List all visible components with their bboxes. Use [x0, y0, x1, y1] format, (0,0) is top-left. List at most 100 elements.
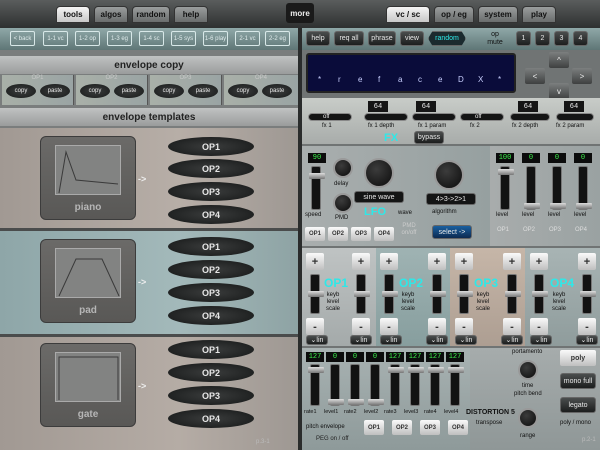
fx2-param-slider[interactable]: [556, 113, 594, 121]
op4-right-minus-button[interactable]: -: [578, 318, 596, 335]
legato-button[interactable]: legato: [560, 397, 596, 413]
peg-op1-button[interactable]: OP1: [364, 420, 384, 435]
algorithm-select-button[interactable]: select ->: [432, 225, 472, 239]
lfo-wave-knob[interactable]: [364, 158, 394, 188]
pmd-op4-button[interactable]: OP4: [374, 227, 394, 241]
peg-op3-button[interactable]: OP3: [420, 420, 440, 435]
mute-op3-button[interactable]: 3: [554, 31, 569, 46]
apply-op1-button[interactable]: OP1: [168, 340, 254, 359]
op2-left-scale-fader[interactable]: [382, 274, 398, 314]
op2-right-curve-selector[interactable]: ⌄ lin: [426, 335, 448, 345]
mute-op2-button[interactable]: 2: [535, 31, 550, 46]
op4-left-scale-fader[interactable]: [532, 274, 548, 314]
lfo-pmd-knob[interactable]: [333, 193, 353, 213]
op3-left-minus-button[interactable]: -: [455, 318, 473, 335]
apply-op4-button[interactable]: OP4: [168, 409, 254, 428]
apply-op1-button[interactable]: OP1: [168, 137, 254, 156]
lfo-delay-knob[interactable]: [333, 158, 353, 178]
page-button-1-1[interactable]: 1-1 vc: [43, 31, 68, 46]
paste-button[interactable]: paste: [188, 84, 218, 98]
peg-level2-fader[interactable]: [368, 364, 384, 406]
fx1-depth-slider[interactable]: [364, 113, 408, 121]
page-button-1-5[interactable]: 1-5 sys: [171, 31, 196, 46]
fx2-selector[interactable]: off: [460, 113, 504, 121]
apply-op4-button[interactable]: OP4: [168, 205, 254, 224]
op4-left-minus-button[interactable]: -: [530, 318, 548, 335]
op2-right-scale-fader[interactable]: [430, 274, 446, 314]
op3-left-curve-selector[interactable]: ⌄ lin: [455, 335, 477, 345]
fx-bypass-button[interactable]: bypass: [414, 131, 444, 144]
page-button-1-2[interactable]: 1-2 op: [75, 31, 100, 46]
voice-name-display[interactable]: * r e f a c e D X *: [306, 53, 516, 93]
more-button[interactable]: more: [286, 3, 314, 23]
peg-op2-button[interactable]: OP2: [392, 420, 412, 435]
peg-op4-button[interactable]: OP4: [448, 420, 468, 435]
level-op3-fader[interactable]: [550, 166, 566, 210]
page-button-1-3[interactable]: 1-3 eg: [107, 31, 132, 46]
op1-right-curve-selector[interactable]: ⌄ lin: [350, 335, 372, 345]
apply-op3-button[interactable]: OP3: [168, 386, 254, 405]
algorithm-knob[interactable]: [434, 160, 464, 190]
peg-rate3-fader[interactable]: [388, 364, 404, 406]
apply-op4-button[interactable]: OP4: [168, 306, 254, 325]
lfo-speed-fader[interactable]: [309, 166, 325, 210]
paste-button[interactable]: paste: [40, 84, 70, 98]
arrow-right-button[interactable]: >: [572, 68, 592, 84]
op3-left-plus-button[interactable]: +: [455, 253, 473, 270]
op3-right-minus-button[interactable]: -: [503, 318, 521, 335]
mute-op1-button[interactable]: 1: [516, 31, 531, 46]
arrow-left-button[interactable]: <: [525, 68, 545, 84]
peg-level4-fader[interactable]: [448, 364, 464, 406]
arrow-down-button[interactable]: v: [549, 83, 569, 99]
peg-rate2-fader[interactable]: [348, 364, 364, 406]
help-button[interactable]: help: [306, 31, 330, 46]
copy-button[interactable]: copy: [6, 84, 36, 98]
page-button-2-1[interactable]: 2-1 vc: [235, 31, 260, 46]
tab-random[interactable]: random: [132, 6, 170, 23]
apply-op3-button[interactable]: OP3: [168, 182, 254, 201]
req-all-button[interactable]: req all: [334, 31, 364, 46]
op1-right-minus-button[interactable]: -: [352, 318, 370, 335]
portamento-time-knob[interactable]: [518, 360, 538, 380]
page-button-2-2[interactable]: 2-2 eg: [265, 31, 290, 46]
op1-left-plus-button[interactable]: +: [306, 253, 324, 270]
peg-level3-fader[interactable]: [408, 364, 424, 406]
tab-op-eg[interactable]: op / eg: [434, 6, 474, 23]
copy-button[interactable]: copy: [154, 84, 184, 98]
fx1-selector[interactable]: off: [308, 113, 352, 121]
apply-op3-button[interactable]: OP3: [168, 283, 254, 302]
poly-button[interactable]: poly: [560, 350, 596, 366]
template-preview[interactable]: piano: [40, 136, 136, 220]
op4-left-plus-button[interactable]: +: [530, 253, 548, 270]
op2-left-plus-button[interactable]: +: [380, 253, 398, 270]
apply-op1-button[interactable]: OP1: [168, 237, 254, 256]
tab-help[interactable]: help: [174, 6, 208, 23]
page-button-1-6[interactable]: 1-6 play: [203, 31, 228, 46]
op1-left-curve-selector[interactable]: ⌄ lin: [306, 335, 328, 345]
peg-rate1-fader[interactable]: [308, 364, 324, 406]
level-op1-fader[interactable]: [498, 166, 514, 210]
paste-button[interactable]: paste: [262, 84, 292, 98]
op4-right-plus-button[interactable]: +: [578, 253, 596, 270]
tab-algos[interactable]: algos: [94, 6, 128, 23]
op4-right-scale-fader[interactable]: [580, 274, 596, 314]
peg-rate4-fader[interactable]: [428, 364, 444, 406]
paste-button[interactable]: paste: [114, 84, 144, 98]
pmd-op3-button[interactable]: OP3: [351, 227, 371, 241]
copy-button[interactable]: copy: [228, 84, 258, 98]
pmd-op1-button[interactable]: OP1: [305, 227, 325, 241]
op3-right-plus-button[interactable]: +: [503, 253, 521, 270]
apply-op2-button[interactable]: OP2: [168, 159, 254, 178]
op1-left-scale-fader[interactable]: [308, 274, 324, 314]
arrow-up-button[interactable]: ^: [549, 52, 569, 68]
op4-right-curve-selector[interactable]: ⌄ lin: [576, 335, 598, 345]
op2-left-curve-selector[interactable]: ⌄ lin: [380, 335, 402, 345]
op2-right-minus-button[interactable]: -: [428, 318, 446, 335]
mute-op4-button[interactable]: 4: [573, 31, 588, 46]
back-button[interactable]: < back: [10, 31, 35, 46]
op3-right-scale-fader[interactable]: [505, 274, 521, 314]
pitch-bend-range-knob[interactable]: [518, 408, 538, 428]
tab-vc-sc[interactable]: vc / sc: [386, 6, 430, 23]
op1-right-plus-button[interactable]: +: [352, 253, 370, 270]
view-button[interactable]: view: [400, 31, 424, 46]
